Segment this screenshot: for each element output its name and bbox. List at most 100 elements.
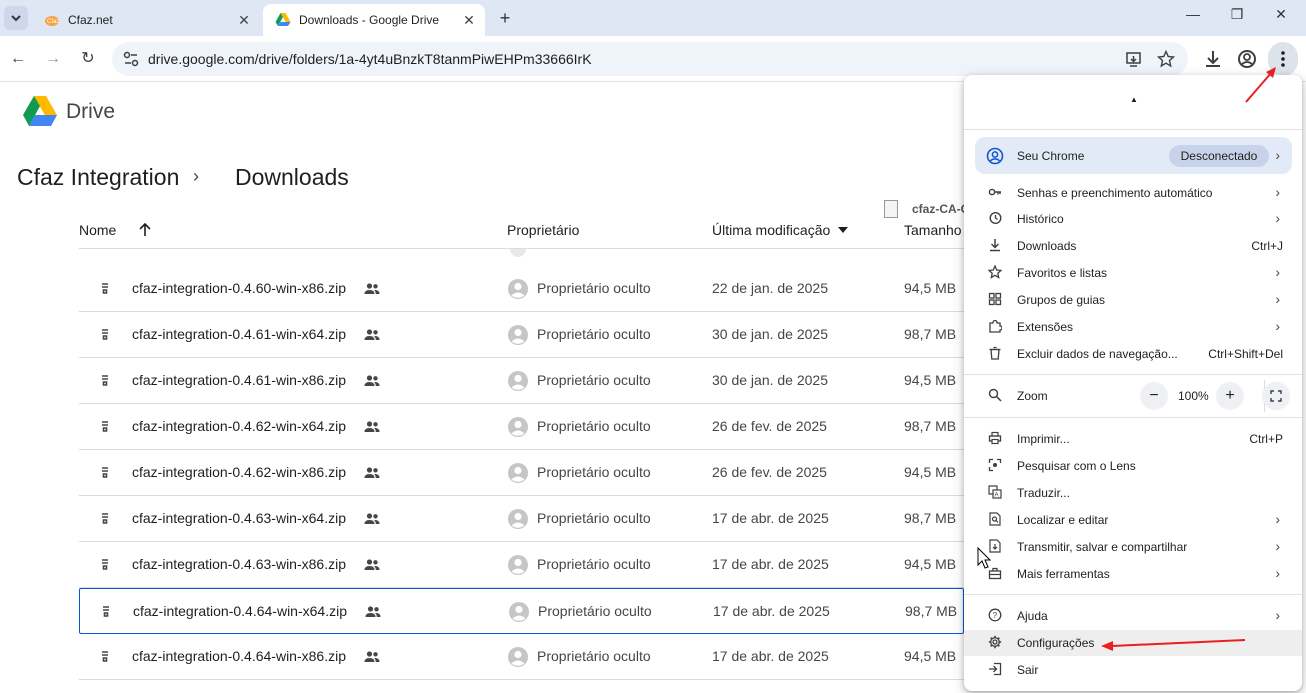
zoom-in-button[interactable]: + [1216, 382, 1244, 410]
column-header-owner[interactable]: Proprietário [507, 222, 579, 238]
new-tab-icon[interactable]: + [495, 8, 515, 29]
menu-item-cast[interactable]: Transmitir, salvar e compartilhar › [964, 534, 1302, 560]
minimize-icon[interactable]: — [1178, 6, 1208, 22]
file-name[interactable]: cfaz-integration-0.4.61-win-x86.zip [132, 372, 346, 388]
chrome-menu: ▲ Seu Chrome › Desconectado Senhas e pre… [964, 75, 1302, 691]
chevron-right-icon: › [1275, 607, 1280, 623]
file-size: 94,5 MB [904, 372, 957, 388]
menu-shortcut: Ctrl+J [1251, 239, 1283, 253]
downloads-icon[interactable] [1202, 48, 1224, 70]
menu-item-extensions[interactable]: Extensões › [964, 314, 1302, 340]
column-header-modified[interactable]: Última modificação [712, 222, 830, 238]
restore-icon[interactable]: ❐ [1222, 6, 1252, 23]
menu-item-print[interactable]: Imprimir... Ctrl+P [964, 426, 1302, 452]
menu-item-translate[interactable]: A Traduzir... [964, 480, 1302, 506]
zoom-icon [988, 388, 1002, 402]
menu-label: Zoom [1017, 389, 1048, 403]
menu-item-passwords[interactable]: Senhas e preenchimento automático › [964, 180, 1302, 206]
back-icon[interactable]: ← [7, 48, 29, 70]
menu-item-more-tools[interactable]: Mais ferramentas › [964, 561, 1302, 587]
site-settings-icon[interactable] [122, 50, 140, 68]
forward-icon[interactable]: → [42, 48, 64, 70]
caret-down-icon[interactable] [838, 227, 848, 233]
file-row[interactable]: cfaz-integration-0.4.62-win-x64.zip Propr… [79, 404, 964, 450]
menu-label: Transmitir, salvar e compartilhar [1017, 540, 1188, 554]
menu-item-exit[interactable]: Sair [964, 657, 1302, 683]
tab-title: Downloads - Google Drive [299, 13, 440, 27]
file-row[interactable]: cfaz-integration-0.4.63-win-x86.zip Propr… [79, 542, 964, 588]
file-name[interactable]: cfaz-integration-0.4.64-win-x86.zip [132, 648, 346, 664]
file-name[interactable]: cfaz-integration-0.4.61-win-x64.zip [132, 326, 346, 342]
file-row[interactable]: cfaz-integration-0.4.61-win-x86.zip Propr… [79, 358, 964, 404]
file-row[interactable]: cfaz-integration-0.4.60-win-x86.zip Propr… [79, 266, 964, 312]
partially-hidden-row [79, 249, 964, 265]
breadcrumb-current[interactable]: Downloads [235, 164, 349, 191]
account-circle-icon [986, 147, 1004, 165]
reload-icon[interactable]: ↻ [77, 48, 99, 70]
file-size: 94,5 MB [904, 556, 957, 572]
close-window-icon[interactable]: ✕ [1266, 6, 1296, 23]
zoom-out-button[interactable]: − [1140, 382, 1168, 410]
shared-people-icon [365, 606, 381, 617]
file-row[interactable]: cfaz-integration-0.4.64-win-x86.zip Propr… [79, 634, 964, 680]
signed-out-badge: Desconectado [1169, 145, 1269, 167]
menu-item-downloads[interactable]: Downloads Ctrl+J [964, 233, 1302, 259]
zoom-level: 100% [1178, 389, 1209, 403]
menu-item-history[interactable]: Histórico › [964, 206, 1302, 232]
file-name[interactable]: cfaz-integration-0.4.62-win-x64.zip [132, 418, 346, 434]
url-text[interactable]: drive.google.com/drive/folders/1a-4yt4uB… [148, 51, 592, 67]
menu-label: Grupos de guias [1017, 293, 1106, 307]
file-row[interactable]: cfaz-integration-0.4.64-win-x64.zip Propr… [79, 588, 964, 634]
chevron-right-icon: › [1275, 210, 1280, 226]
file-size: 98,7 MB [905, 603, 958, 619]
fullscreen-button[interactable] [1262, 382, 1290, 410]
file-owner: Proprietário oculto [537, 280, 651, 296]
avatar-icon [508, 279, 528, 299]
menu-item-tab-groups[interactable]: Grupos de guias › [964, 287, 1302, 313]
menu-item-clear-data[interactable]: Excluir dados de navegação... Ctrl+Shift… [964, 341, 1302, 367]
file-name[interactable]: cfaz-integration-0.4.62-win-x86.zip [132, 464, 346, 480]
shared-people-icon [364, 559, 380, 570]
sort-arrow-up-icon[interactable] [138, 222, 152, 238]
divider [964, 374, 1302, 375]
menu-item-bookmarks[interactable]: Favoritos e listas › [964, 260, 1302, 286]
drag-preview-filename: cfaz-CA-C [912, 202, 964, 216]
download-icon [990, 239, 1000, 252]
install-app-icon[interactable] [1125, 50, 1143, 68]
zip-file-icon [102, 329, 108, 340]
menu-item-lens[interactable]: Pesquisar com o Lens [964, 453, 1302, 479]
file-name[interactable]: cfaz-integration-0.4.60-win-x86.zip [132, 280, 346, 296]
tab-title: Cfaz.net [68, 13, 113, 27]
file-name[interactable]: cfaz-integration-0.4.64-win-x64.zip [133, 603, 347, 619]
column-header-name[interactable]: Nome [79, 222, 116, 238]
tab-drive[interactable]: Downloads - Google Drive ✕ [263, 4, 485, 36]
tab-search-button[interactable] [4, 6, 28, 30]
file-size: 94,5 MB [904, 648, 957, 664]
profile-icon[interactable] [1236, 48, 1258, 70]
menu-item-zoom: Zoom [964, 383, 1302, 409]
file-name[interactable]: cfaz-integration-0.4.63-win-x64.zip [132, 510, 346, 526]
menu-item-help[interactable]: ? Ajuda › [964, 603, 1302, 629]
column-header-size[interactable]: Tamanho [904, 222, 962, 238]
shared-people-icon [364, 375, 380, 386]
file-row[interactable]: cfaz-integration-0.4.62-win-x86.zip Propr… [79, 450, 964, 496]
file-modified: 26 de fev. de 2025 [712, 418, 827, 434]
drive-logo-icon[interactable] [22, 94, 58, 128]
file-row[interactable]: cfaz-integration-0.4.61-win-x64.zip Propr… [79, 312, 964, 358]
zip-file-icon [103, 606, 109, 617]
bookmark-star-icon[interactable] [1157, 50, 1175, 68]
avatar-icon [508, 417, 528, 437]
file-owner: Proprietário oculto [537, 326, 651, 342]
cfaz-favicon-icon: Cfaz [45, 16, 59, 26]
breadcrumb-parent[interactable]: Cfaz Integration [17, 164, 179, 191]
close-tab-icon[interactable]: ✕ [461, 12, 477, 29]
address-bar[interactable]: drive.google.com/drive/folders/1a-4yt4uB… [112, 42, 1188, 76]
close-tab-icon[interactable]: ✕ [236, 12, 252, 29]
file-name[interactable]: cfaz-integration-0.4.63-win-x86.zip [132, 556, 346, 572]
chrome-menu-button[interactable] [1268, 42, 1298, 76]
file-row[interactable]: cfaz-integration-0.4.63-win-x64.zip Propr… [79, 496, 964, 542]
menu-item-settings[interactable]: Configurações [964, 630, 1302, 656]
menu-item-find[interactable]: Localizar e editar › [964, 507, 1302, 533]
chevron-down-icon [11, 15, 21, 22]
tab-cfaz[interactable]: Cfaz Cfaz.net ✕ [32, 4, 260, 36]
